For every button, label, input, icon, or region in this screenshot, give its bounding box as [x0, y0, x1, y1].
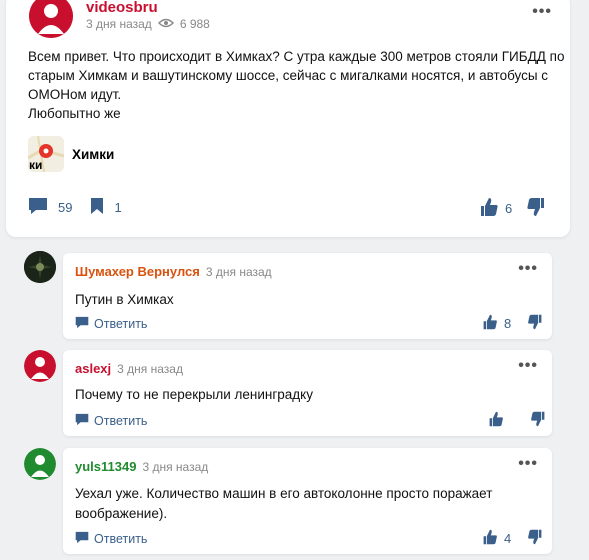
reply-icon: [75, 316, 89, 332]
post-time: 3 дня назад: [86, 17, 152, 31]
comment-avatar[interactable]: [24, 251, 56, 283]
post-text-line: Любопытно же: [28, 106, 121, 121]
thumbs-up-icon[interactable]: [482, 314, 498, 333]
post-views: 6 988: [179, 17, 210, 31]
comments-count[interactable]: 59: [58, 200, 72, 215]
comment-likes-count: 4: [504, 531, 512, 546]
comment-header: Шумахер Вернулся 3 дня назад: [75, 264, 272, 279]
comment-author[interactable]: Шумахер Вернулся: [75, 264, 200, 279]
thumbs-up-icon[interactable]: [488, 411, 504, 430]
post-author[interactable]: videosbru: [86, 0, 158, 16]
post-meta: 3 дня назад 6 988: [86, 17, 210, 31]
comment-time: 3 дня назад: [205, 265, 272, 279]
comment-icon[interactable]: [28, 197, 48, 218]
comment-header: aslexj 3 дня назад: [75, 361, 183, 376]
comment-more-icon[interactable]: •••: [518, 358, 538, 374]
reply-icon: [75, 413, 89, 429]
thumbs-down-icon[interactable]: [527, 314, 543, 333]
comment-author[interactable]: aslexj: [75, 361, 111, 376]
comment-card: yuls11349 3 дня назад ••• Уехал уже. Коли…: [63, 448, 552, 554]
post-text-line: Всем привет. Что происходит в Химках? С …: [28, 49, 565, 102]
reply-icon: [75, 531, 89, 547]
post-more-icon[interactable]: •••: [532, 4, 552, 20]
reply-button[interactable]: Ответить: [75, 413, 147, 429]
comment-vote: [488, 411, 546, 430]
comment-more-icon[interactable]: •••: [518, 261, 538, 277]
comment-author[interactable]: yuls11349: [75, 459, 136, 474]
comment-vote: 8: [482, 314, 543, 333]
comment-time: 3 дня назад: [117, 362, 183, 376]
map-icon-text: ки: [29, 158, 43, 172]
comment-avatar[interactable]: [24, 350, 56, 382]
comment-text: Путин в Химках: [75, 292, 174, 307]
reply-label: Ответить: [94, 414, 148, 428]
eye-icon: [157, 17, 174, 31]
location-tag[interactable]: ки Химки: [28, 136, 114, 172]
post-actions: 59 1: [28, 197, 122, 218]
comment-header: yuls11349 3 дня назад: [75, 459, 208, 474]
reply-button[interactable]: Ответить: [75, 316, 147, 332]
thumbs-up-icon[interactable]: [479, 197, 499, 220]
comment-text: Уехал уже. Количество машин в его автоко…: [75, 486, 493, 521]
likes-count: 6: [505, 201, 513, 216]
comment-vote: 4: [482, 529, 543, 548]
thumbs-down-icon[interactable]: [530, 411, 546, 430]
comment-likes-count: 8: [504, 316, 512, 331]
comment-text: Почему то не перекрыли ленинградку: [75, 387, 313, 402]
map-icon: ки: [28, 136, 64, 172]
post-text: Всем привет. Что происходит в Химках? С …: [28, 47, 568, 123]
comment-card: Шумахер Вернулся 3 дня назад ••• Путин в …: [63, 253, 552, 339]
comment-card: aslexj 3 дня назад ••• Почему то не перек…: [63, 350, 552, 436]
post-card: videosbru 3 дня назад 6 988 ••• Всем при…: [6, 0, 570, 237]
comment-more-icon[interactable]: •••: [518, 456, 538, 472]
reply-label: Ответить: [94, 532, 148, 546]
reply-label: Ответить: [94, 317, 148, 331]
bookmarks-count[interactable]: 1: [114, 200, 121, 215]
author-avatar[interactable]: [29, 0, 73, 38]
comment-avatar[interactable]: [24, 448, 56, 480]
reply-button[interactable]: Ответить: [75, 531, 147, 547]
thumbs-up-icon[interactable]: [482, 529, 498, 548]
post-vote: 6: [479, 197, 546, 220]
bookmark-icon[interactable]: [90, 197, 104, 218]
thumbs-down-icon[interactable]: [527, 529, 543, 548]
thumbs-down-icon[interactable]: [526, 197, 546, 220]
comment-time: 3 дня назад: [142, 460, 209, 474]
location-label: Химки: [72, 146, 115, 162]
